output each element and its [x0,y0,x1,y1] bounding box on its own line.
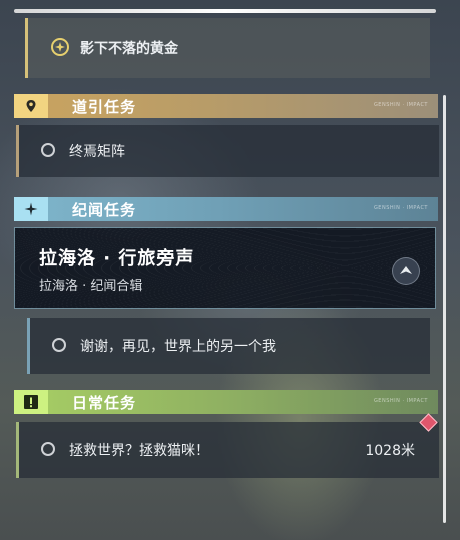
exclamation-box-icon [14,390,48,414]
quest-title: 终焉矩阵 [69,144,125,160]
section-label: 日常任务 [72,393,137,412]
quest-title: 谢谢，再见，世界上的另一个我 [80,339,276,355]
section-label: 道引任务 [72,97,137,116]
section-watermark: GENSHIN · IMPACT [373,205,428,211]
golden-quest-icon [51,38,69,56]
section-header-story: 道引任务 GENSHIN · IMPACT [14,94,438,118]
quest-item-mystery[interactable]: 终焉矩阵 [16,125,439,177]
quest-status-icon [52,338,66,352]
series-title: 拉海洛 · 行旅旁声 [39,248,195,269]
quest-status-icon [41,442,55,456]
section-label: 纪闻任务 [72,200,137,219]
location-pin-icon [14,94,48,118]
quest-title: 影下不落的黄金 [80,41,178,57]
section-watermark: GENSHIN · IMPACT [373,398,428,404]
collapse-arrow-icon[interactable] [392,257,420,285]
red-diamond-icon [419,413,438,432]
quest-item-cat[interactable]: 拯救世界？拯救猫咪！ 1028米 [16,413,439,478]
quest-title: 拯救世界？拯救猫咪！ [69,443,209,459]
quest-item-golden[interactable]: 影下不落的黄金 [25,18,430,78]
top-divider [14,9,436,13]
quest-series-card[interactable]: 拉海洛 · 行旅旁声 拉海洛 · 纪闻合辑 [14,227,436,309]
quest-status-icon [41,143,55,157]
quest-distance: 1028米 [365,443,415,459]
section-header-daily: 日常任务 GENSHIN · IMPACT [14,390,438,414]
section-watermark: GENSHIN · IMPACT [373,102,428,108]
sparkle-star-icon [14,197,48,221]
scrollbar[interactable] [443,95,446,523]
series-subtitle: 拉海洛 · 纪闻合辑 [39,279,143,294]
quest-item-farewell[interactable]: 谢谢，再见，世界上的另一个我 [27,318,430,374]
section-header-world: 纪闻任务 GENSHIN · IMPACT [14,197,438,221]
